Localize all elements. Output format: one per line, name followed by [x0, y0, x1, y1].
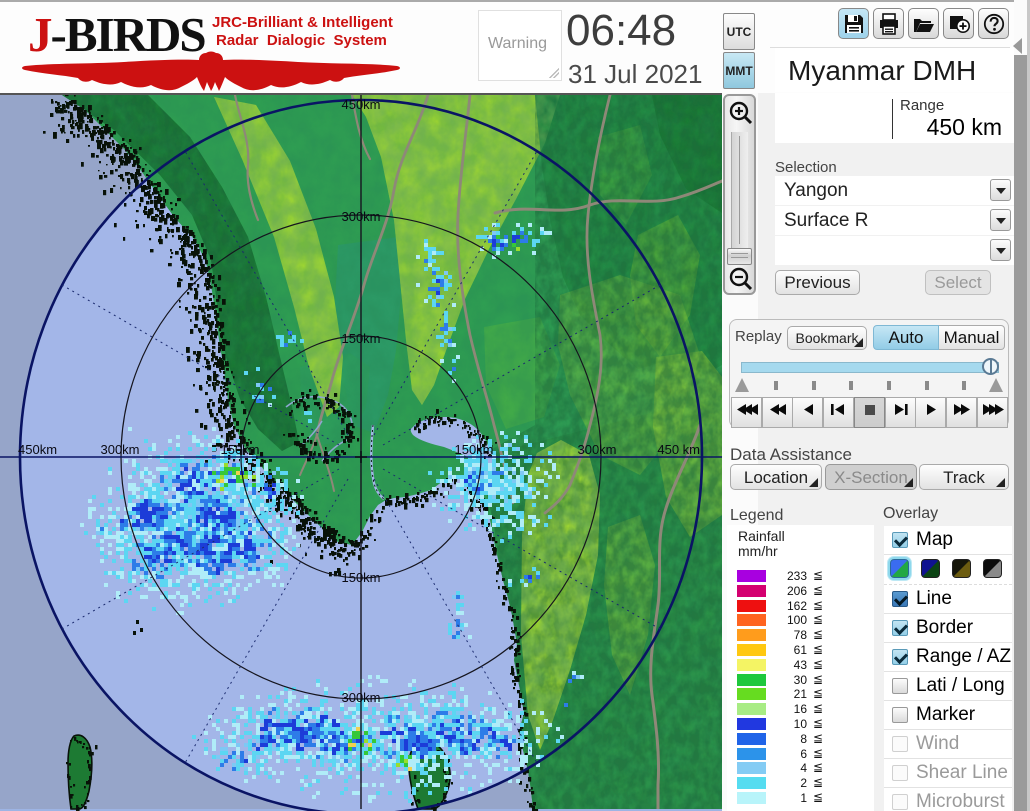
svg-text:150km: 150km — [341, 331, 380, 346]
svg-text:300km: 300km — [341, 690, 380, 705]
svg-text:150km: 150km — [454, 442, 493, 457]
svg-text:450km: 450km — [341, 97, 380, 112]
svg-text:450km: 450km — [18, 442, 57, 457]
svg-text:300km: 300km — [577, 442, 616, 457]
svg-text:300km: 300km — [341, 209, 380, 224]
svg-text:150km: 150km — [220, 442, 259, 457]
svg-text:300km: 300km — [100, 442, 139, 457]
svg-text:150km: 150km — [341, 570, 380, 585]
svg-text:450 km: 450 km — [657, 442, 700, 457]
